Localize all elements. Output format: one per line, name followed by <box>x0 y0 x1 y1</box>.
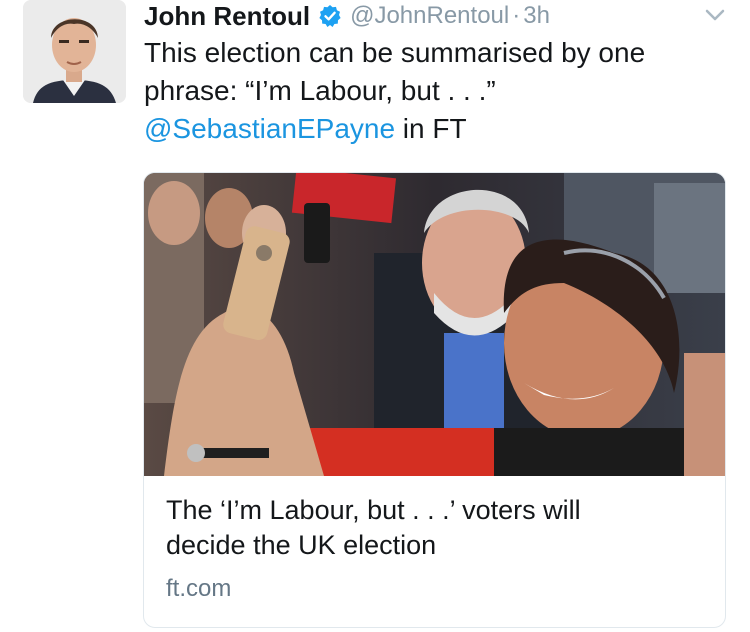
tweet-text-line: phrase: “I’m Labour, but . . .” <box>144 75 496 106</box>
author-name[interactable]: John Rentoul <box>144 1 310 32</box>
author-handle[interactable]: @JohnRentoul <box>350 2 509 30</box>
card-title[interactable]: The ‘I’m Labour, but . . .’ voters will … <box>166 493 706 563</box>
card-title-line: The ‘I’m Labour, but . . .’ voters will <box>166 495 581 525</box>
tweet-text-line: This election can be summarised by one <box>144 37 646 68</box>
meta-separator: · <box>512 2 521 29</box>
tweet-text-tail: in FT <box>395 113 467 144</box>
tweet-timestamp[interactable]: 3h <box>523 2 550 30</box>
card-domain: ft.com <box>166 575 232 602</box>
tweet-text-line: @SebastianEPayne in FT <box>144 110 739 148</box>
tweet-header: John Rentoul @JohnRentoul · 3h <box>144 0 550 32</box>
mention-link[interactable]: @SebastianEPayne <box>144 113 395 144</box>
card-title-line: decide the UK election <box>166 530 437 560</box>
tweet-text: This election can be summarised by one p… <box>144 34 739 148</box>
verified-badge-icon <box>318 4 342 28</box>
chevron-down-icon[interactable] <box>703 4 727 26</box>
link-card[interactable]: The ‘I’m Labour, but . . .’ voters will … <box>143 172 726 628</box>
author-avatar[interactable] <box>23 0 126 103</box>
card-image[interactable] <box>144 173 725 476</box>
